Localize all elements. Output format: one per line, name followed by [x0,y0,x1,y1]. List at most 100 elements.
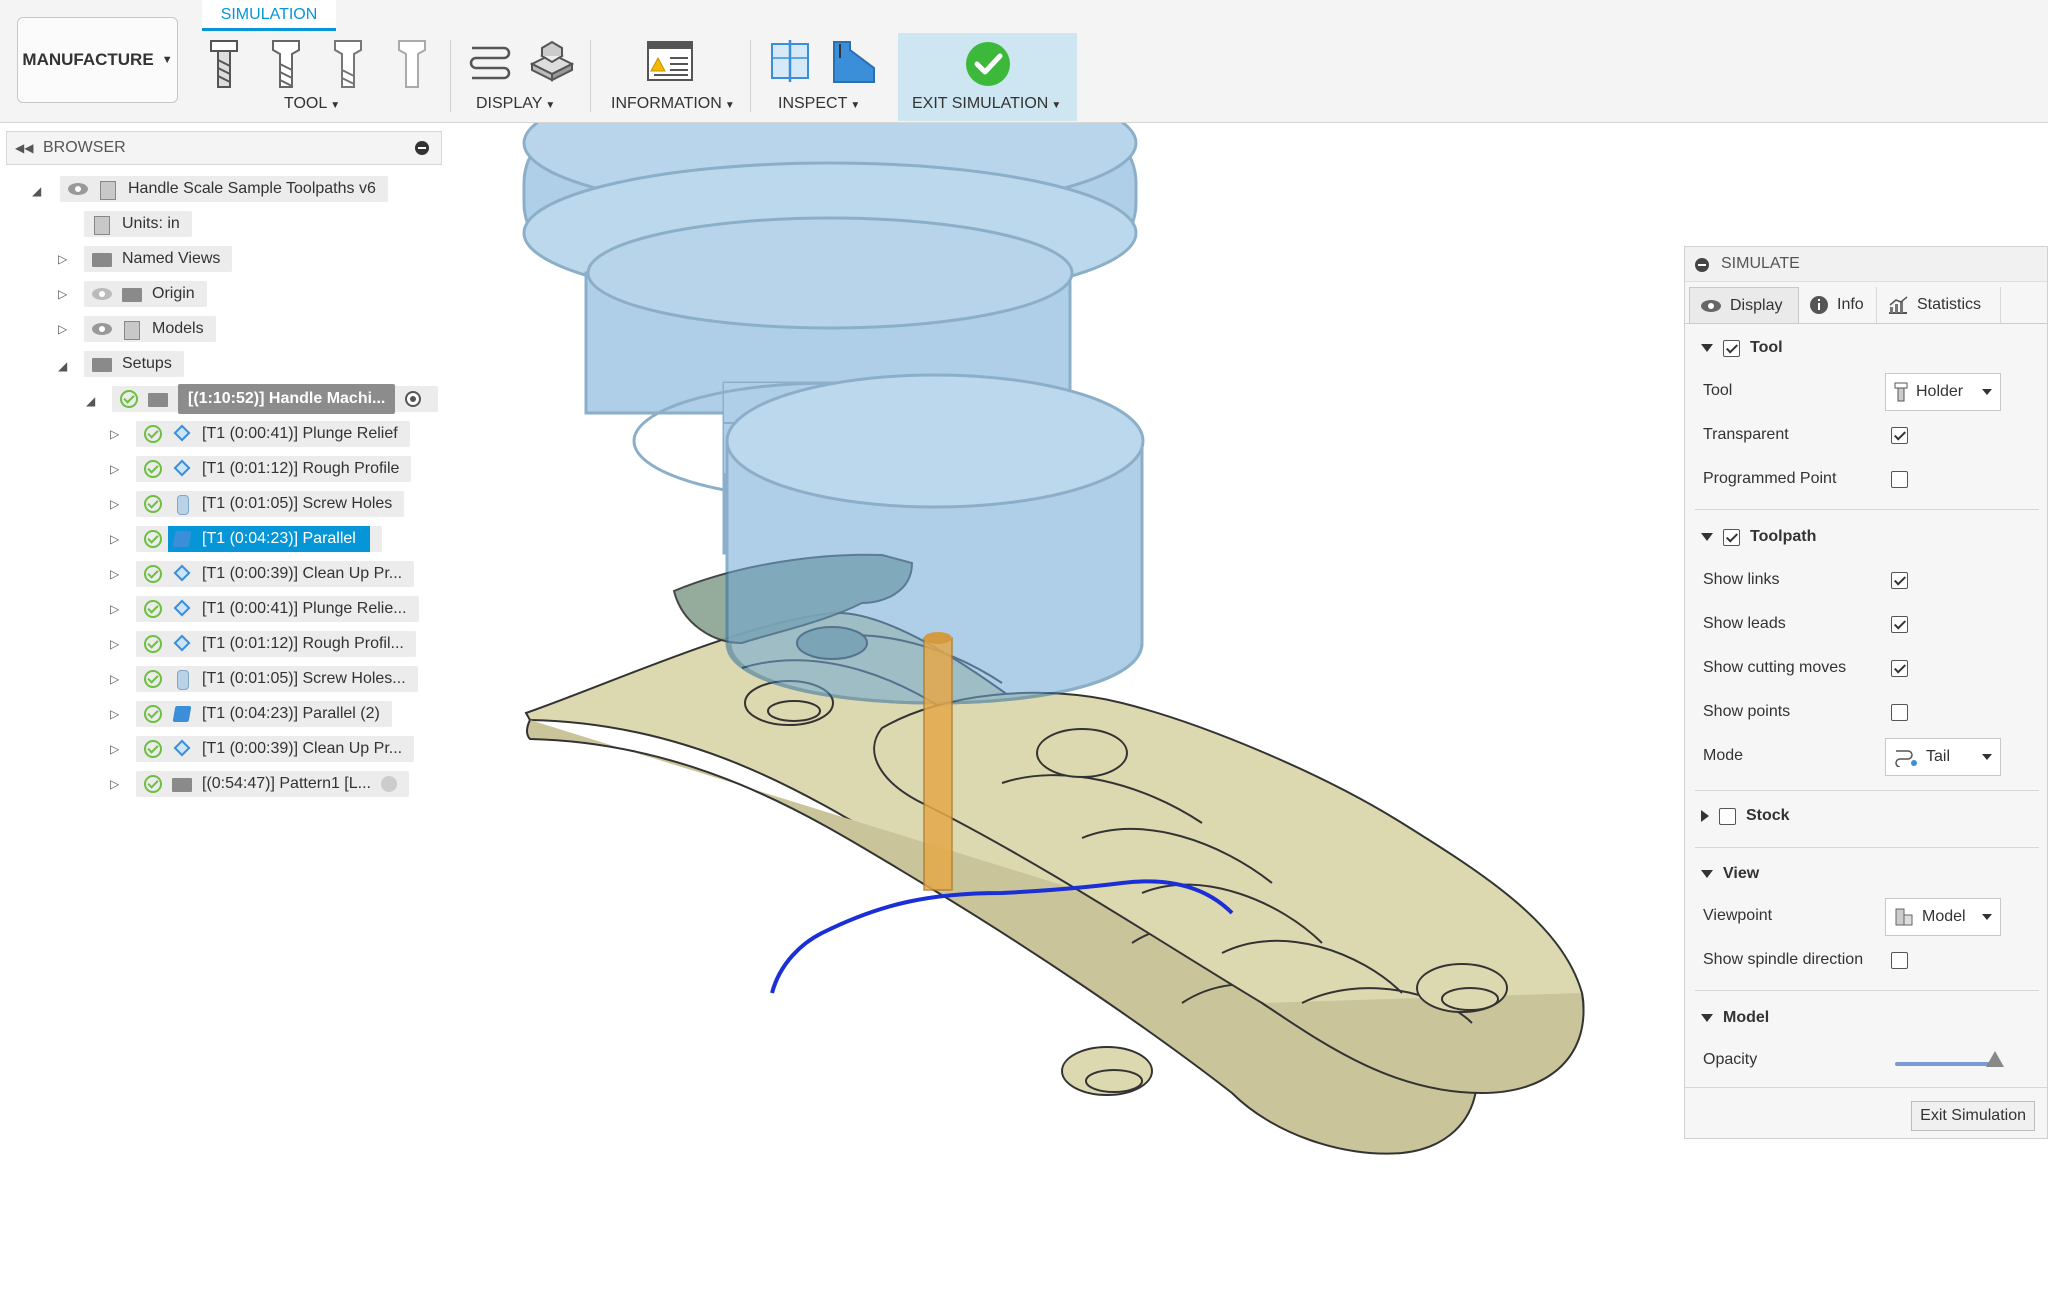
setup-node[interactable]: [(1:10:52)] Handle Machi... [112,384,438,414]
collapse-triangle-icon[interactable]: ◢ [86,386,95,416]
expand-triangle-icon[interactable]: ▷ [58,279,67,309]
collapse-triangle-icon[interactable]: ◢ [58,351,67,381]
stock-section-header[interactable]: Stock [1701,803,1790,829]
operation-node[interactable]: [T1 (0:01:12)] Rough Profile [136,456,412,482]
exit-simulation-button[interactable]: Exit Simulation [1911,1101,2035,1131]
information-group-button[interactable]: INFORMATION ▼ [611,95,735,113]
operation-node[interactable]: [(0:54:47)] Pattern1 [L... [136,771,409,797]
tool-holder-icon[interactable] [208,40,240,90]
tree-models[interactable]: ▷ Models [54,314,354,344]
expand-triangle-icon[interactable]: ▷ [110,629,119,659]
tree-root-node[interactable]: Handle Scale Sample Toolpaths v6 [60,176,388,202]
programmed-point-checkbox[interactable] [1891,471,1908,488]
operation-node[interactable]: [T1 (0:00:39)] Clean Up Pr... [136,561,415,587]
tab-display[interactable]: Display [1689,287,1799,323]
tree-setups[interactable]: ◢ Setups [54,349,354,379]
tool-holder-icon-3[interactable] [332,40,364,90]
toolpath-display-icon[interactable] [468,40,512,84]
operation-node[interactable]: [T1 (0:00:41)] Plunge Relief [136,421,410,447]
operation-row[interactable]: ▷ [T1 (0:01:05)] Screw Holes [106,489,442,519]
show-spindle-direction-checkbox[interactable] [1891,952,1908,969]
tab-simulation[interactable]: SIMULATION [202,0,336,31]
active-setup-radio-icon[interactable] [405,391,422,407]
operation-node[interactable]: [T1 (0:01:05)] Screw Holes [136,491,405,517]
view-section-header[interactable]: View [1701,861,1759,887]
inspect-measure-icon[interactable] [828,38,878,86]
expand-triangle-icon[interactable]: ▷ [110,419,119,449]
transparent-checkbox[interactable] [1891,427,1908,444]
information-warning-icon[interactable] [646,40,694,82]
exit-simulation-group[interactable]: EXIT SIMULATION ▼ [898,33,1077,121]
opacity-slider-thumb[interactable] [1986,1051,2004,1067]
simulation-viewport[interactable] [442,123,1682,1311]
operation-node[interactable]: [T1 (0:04:23)] Parallel [136,526,382,552]
operation-row[interactable]: ▷ [T1 (0:04:23)] Parallel [106,524,442,554]
viewpoint-select[interactable]: Model [1885,898,2001,936]
eye-hidden-icon[interactable] [92,285,112,303]
section-collapse-icon[interactable] [1701,870,1713,878]
eye-icon[interactable] [92,320,112,338]
collapse-browser-icon[interactable]: ◀◀ [15,132,33,164]
inspect-section-icon[interactable] [768,38,812,84]
expand-triangle-icon[interactable]: ▷ [110,699,119,729]
models-node[interactable]: Models [84,316,216,342]
workspace-switcher[interactable]: MANUFACTURE ▼ [17,17,178,103]
expand-triangle-icon[interactable]: ▷ [110,454,119,484]
tool-holder-icon-2[interactable] [270,40,302,90]
tool-group-button[interactable]: TOOL ▼ [284,95,340,113]
expand-triangle-icon[interactable]: ▷ [110,559,119,589]
inspect-group-button[interactable]: INSPECT ▼ [778,95,860,113]
show-points-checkbox[interactable] [1891,704,1908,721]
display-group-button[interactable]: DISPLAY ▼ [476,95,555,113]
tool-checkbox[interactable] [1723,339,1740,357]
operation-node[interactable]: [T1 (0:04:23)] Parallel (2) [136,701,392,727]
operation-row[interactable]: ▷ [T1 (0:01:05)] Screw Holes... [106,664,442,694]
tab-statistics[interactable]: Statistics [1877,287,2001,323]
collapse-triangle-icon[interactable]: ◢ [32,176,41,206]
tree-root[interactable]: ◢ Handle Scale Sample Toolpaths v6 [28,174,428,204]
tree-units[interactable]: Units: in [68,209,368,239]
show-links-checkbox[interactable] [1891,572,1908,589]
operation-row[interactable]: ▷ [T1 (0:01:12)] Rough Profil... [106,629,442,659]
section-expand-icon[interactable] [1701,810,1709,822]
show-leads-checkbox[interactable] [1891,616,1908,633]
show-cutting-moves-checkbox[interactable] [1891,660,1908,677]
operation-row[interactable]: ▷ [T1 (0:00:41)] Plunge Relief [106,419,442,449]
operation-node[interactable]: [T1 (0:01:05)] Screw Holes... [136,666,418,692]
operation-row[interactable]: ▷ [T1 (0:04:23)] Parallel (2) [106,699,442,729]
tool-section-header[interactable]: Tool [1701,335,1783,361]
expand-triangle-icon[interactable]: ▷ [110,664,119,694]
status-dot-icon[interactable] [380,776,397,792]
expand-triangle-icon[interactable]: ▷ [110,489,119,519]
model-section-header[interactable]: Model [1701,1005,1769,1031]
opacity-slider[interactable] [1895,1062,1995,1066]
operation-node[interactable]: [T1 (0:00:41)] Plunge Relie... [136,596,419,622]
units-node[interactable]: Units: in [84,211,192,237]
operation-row[interactable]: ▷ [T1 (0:00:41)] Plunge Relie... [106,594,442,624]
toolpath-section-header[interactable]: Toolpath [1701,524,1816,550]
section-collapse-icon[interactable] [1701,1014,1713,1022]
tab-info[interactable]: Info [1799,287,1877,323]
expand-triangle-icon[interactable]: ▷ [110,734,119,764]
stock-checkbox[interactable] [1719,807,1736,825]
expand-triangle-icon[interactable]: ▷ [110,769,119,799]
toolpath-checkbox[interactable] [1723,528,1740,546]
expand-triangle-icon[interactable]: ▷ [58,244,67,274]
expand-triangle-icon[interactable]: ▷ [110,524,119,554]
tool-holder-icon-4[interactable] [396,40,428,90]
operation-row[interactable]: ▷ [T1 (0:01:12)] Rough Profile [106,454,442,484]
setups-node[interactable]: Setups [84,351,184,377]
section-collapse-icon[interactable] [1701,344,1713,352]
expand-triangle-icon[interactable]: ▷ [58,314,67,344]
operation-row[interactable]: ▷ [(0:54:47)] Pattern1 [L... [106,769,442,799]
operation-row[interactable]: ▷ [T1 (0:00:39)] Clean Up Pr... [106,734,442,764]
named-views-node[interactable]: Named Views [84,246,233,272]
collapse-panel-icon[interactable] [1695,258,1709,272]
origin-node[interactable]: Origin [84,281,207,307]
eye-icon[interactable] [68,180,88,198]
tool-select[interactable]: Holder [1885,373,2001,411]
section-collapse-icon[interactable] [1701,533,1713,541]
tree-setup[interactable]: ◢ [(1:10:52)] Handle Machi... [82,384,442,414]
mode-select[interactable]: Tail [1885,738,2001,776]
expand-triangle-icon[interactable]: ▷ [110,594,119,624]
